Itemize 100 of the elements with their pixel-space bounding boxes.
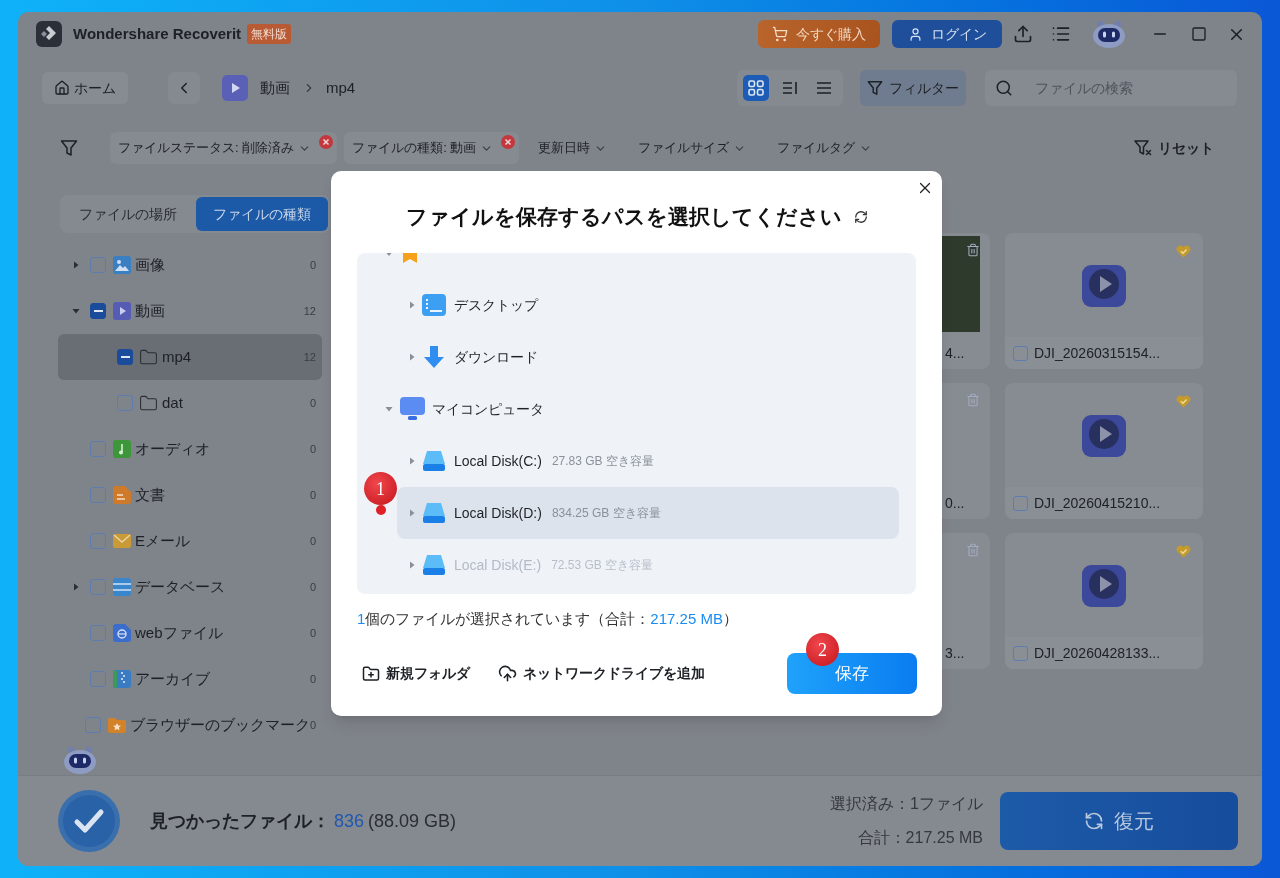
file-name: 3... — [945, 643, 965, 663]
category-item[interactable]: 動画 12 — [58, 288, 322, 334]
check-circle-icon — [58, 790, 120, 852]
checkbox[interactable] — [90, 487, 106, 503]
cart-icon — [772, 26, 788, 42]
robot-mascot-icon — [62, 745, 98, 775]
category-item[interactable]: Eメール 0 — [58, 518, 322, 564]
filter-chip[interactable]: ファイルの種類: 動画 — [344, 132, 520, 164]
reset-button[interactable]: リセット — [1134, 137, 1214, 159]
checkbox[interactable] — [90, 303, 106, 319]
list-icon — [816, 81, 832, 95]
file-card[interactable]: DJI_20260315154... — [1005, 233, 1203, 369]
upload-icon[interactable] — [1013, 24, 1033, 44]
web-file-icon — [113, 624, 131, 642]
remove-filter-icon[interactable] — [501, 135, 516, 149]
video-icon — [222, 75, 248, 101]
file-card[interactable]: DJI_20260428133... — [1005, 533, 1203, 669]
checkbox[interactable] — [90, 671, 106, 687]
caret-icon[interactable] — [72, 307, 80, 315]
restore-icon — [1084, 811, 1104, 831]
file-count: 0 — [309, 671, 316, 687]
folder-name: ダウンロード — [454, 347, 538, 367]
file-name: DJI_20260315154... — [1034, 343, 1161, 363]
category-item[interactable]: アーカイブ 0 — [58, 656, 322, 702]
checkbox[interactable] — [90, 257, 106, 273]
filter-button[interactable]: フィルター — [860, 70, 966, 106]
category-item[interactable]: 画像 0 — [58, 242, 322, 288]
found-files-label: 見つかったファイル： — [150, 809, 330, 833]
menu-icon[interactable] — [1051, 24, 1071, 44]
robot-avatar-icon[interactable] — [1091, 19, 1127, 49]
filter-chip[interactable]: ファイルサイズ — [626, 132, 759, 164]
maximize-icon[interactable] — [1191, 26, 1207, 42]
category-item[interactable]: ブラウザーのブックマーク0 — [58, 702, 322, 748]
category-label: Eメール — [135, 530, 190, 551]
dialog-title: ファイルを保存するパスを選択してください — [405, 204, 842, 231]
checkbox[interactable] — [90, 625, 106, 641]
file-card[interactable]: 0... — [942, 383, 990, 519]
caret-icon[interactable] — [385, 253, 393, 256]
home-icon — [54, 80, 70, 96]
file-card[interactable]: 4... — [942, 233, 990, 369]
breadcrumb-link[interactable]: mp4 — [326, 76, 356, 100]
caret-icon[interactable] — [72, 261, 80, 269]
buy-now-button[interactable]: 今すぐ購入 — [758, 20, 880, 48]
add-network-drive-button[interactable]: ネットワークドライブを追加 — [498, 663, 705, 684]
file-name: 4... — [945, 343, 965, 363]
folder-tree-item[interactable]: マイコンピュータ — [374, 383, 899, 435]
file-count: 12 — [303, 303, 316, 319]
file-count: 0 — [309, 395, 316, 411]
checkbox[interactable] — [84, 717, 101, 733]
category-item[interactable]: webファイル 0 — [58, 610, 322, 656]
checkbox[interactable] — [90, 579, 106, 595]
video-icon — [113, 302, 131, 320]
filter-chip[interactable]: ファイルタグ — [765, 132, 885, 164]
star-folder-icon — [107, 716, 126, 734]
breadcrumb-link[interactable]: 動画 — [260, 76, 290, 100]
home-button[interactable]: ホーム — [42, 72, 128, 104]
file-card[interactable]: DJI_20260415210... — [1005, 383, 1203, 519]
grid-view-button[interactable] — [743, 75, 769, 101]
search-field[interactable]: ファイルの検索 — [985, 70, 1237, 106]
caret-icon[interactable] — [408, 509, 416, 517]
user-icon — [907, 26, 923, 42]
category-item[interactable]: 文書 0 — [58, 472, 322, 518]
checkbox[interactable] — [1013, 345, 1028, 361]
caret-icon[interactable] — [408, 301, 416, 309]
category-label: アーカイブ — [135, 668, 210, 689]
checkbox[interactable] — [1013, 495, 1028, 511]
back-button[interactable] — [168, 72, 200, 104]
file-count: 0 — [309, 579, 316, 595]
filter-icon[interactable] — [60, 139, 78, 157]
category-item[interactable]: dat 0 — [58, 380, 322, 426]
category-label: webファイル — [135, 622, 223, 643]
file-card[interactable]: 3... — [942, 533, 990, 669]
category-item[interactable]: オーディオ 0 — [58, 426, 322, 472]
sidebar-tab[interactable]: ファイルの場所 — [62, 197, 194, 231]
download-icon — [422, 345, 446, 369]
checkbox[interactable] — [117, 395, 133, 411]
checkbox[interactable] — [117, 349, 133, 365]
folder-tree-item[interactable]: Local Disk(D:) 834.25 GB 空き容量 — [397, 487, 899, 539]
caret-icon[interactable] — [408, 353, 416, 361]
new-folder-button[interactable]: 新規フォルダ — [362, 663, 470, 684]
caret-icon[interactable] — [408, 457, 416, 465]
filter-chip[interactable]: ファイルステータス: 削除済み — [110, 132, 338, 164]
checkbox[interactable] — [1013, 645, 1028, 661]
folder-tree-item[interactable]: ダウンロード — [397, 331, 899, 383]
restore-button[interactable]: 復元 — [1000, 792, 1238, 850]
caret-icon[interactable] — [72, 583, 80, 591]
checkbox[interactable] — [90, 533, 106, 549]
edition-badge: 無料版 — [247, 24, 292, 44]
filter-chip[interactable]: 更新日時 — [526, 132, 620, 164]
category-item[interactable]: データベース 0 — [58, 564, 322, 610]
remove-filter-icon[interactable] — [319, 135, 334, 149]
checkbox[interactable] — [90, 441, 106, 457]
sidebar-tab[interactable]: ファイルの種類 — [196, 197, 328, 231]
caret-icon[interactable] — [385, 405, 393, 413]
music-note-icon — [113, 440, 131, 458]
folder-tree-item[interactable]: デスクトップ — [397, 279, 899, 331]
disk-icon — [422, 554, 446, 576]
folder-tree-item[interactable]: Local Disk(C:) 27.83 GB 空き容量 — [397, 435, 899, 487]
login-button[interactable]: ログイン — [892, 20, 1002, 48]
refresh-icon[interactable] — [853, 210, 868, 224]
